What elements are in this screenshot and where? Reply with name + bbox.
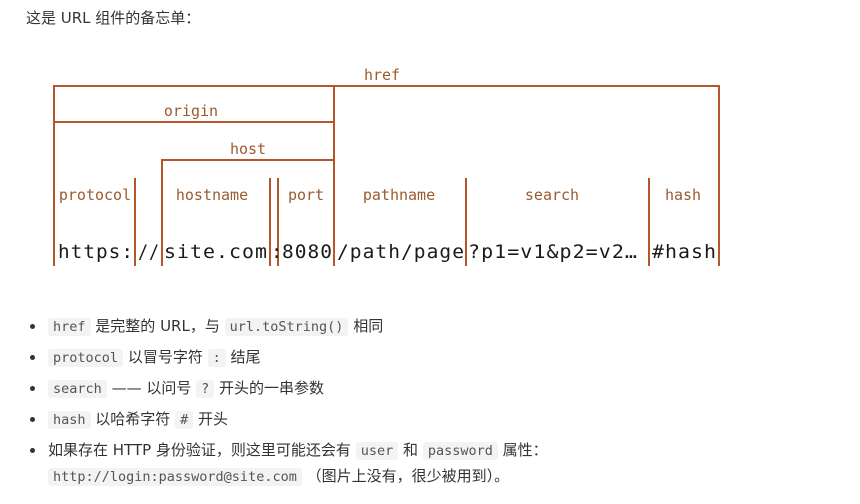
label-protocol: protocol [59, 186, 131, 204]
note-text: 开头 [198, 410, 229, 428]
label-port: port [288, 186, 324, 204]
note-text: 相同 [353, 317, 384, 335]
bullet-icon [30, 448, 35, 453]
code-inline: url.toString() [224, 318, 349, 336]
note-text: 属性： [502, 441, 548, 459]
label-href: href [364, 66, 400, 84]
bullet-icon [30, 355, 35, 360]
list-item: protocol 以冒号字符 : 结尾 [24, 347, 548, 368]
note-text: 开头的一串参数 [219, 379, 325, 397]
bullet-icon [30, 386, 35, 391]
note-text: 结尾 [230, 348, 261, 366]
list-item: hash 以哈希字符 # 开头 [24, 409, 548, 430]
list-item: href 是完整的 URL，与 url.toString() 相同 [24, 316, 548, 337]
url-slashes: // [138, 241, 160, 263]
url-port: 8080 [282, 241, 333, 263]
code-inline: hash [48, 411, 91, 429]
note-text: 如果存在 HTTP 身份验证，则这里可能还会有 [48, 441, 351, 459]
code-inline: # [175, 411, 194, 429]
list-item: 如果存在 HTTP 身份验证，则这里可能还会有 user 和 password … [24, 440, 548, 487]
code-inline: user [355, 442, 399, 460]
url-hash: #hash [652, 241, 717, 263]
label-search: search [525, 186, 579, 204]
label-origin: origin [164, 102, 218, 120]
code-inline: href [48, 318, 91, 336]
label-hostname: hostname [176, 186, 248, 204]
code-inline: search [48, 380, 107, 398]
url-hostname: site.com [164, 241, 268, 263]
code-inline: protocol [48, 349, 124, 367]
note-second-line: http://login:password@site.com （图片上没有，很少… [48, 466, 548, 487]
label-hash: hash [665, 186, 701, 204]
note-text: 和 [403, 441, 419, 459]
note-text: 是完整的 URL，与 [95, 317, 220, 335]
url-components-diagram: href origin host protocol hostname port … [53, 66, 720, 266]
bullet-icon [30, 324, 35, 329]
url-pathname: /path/page [337, 241, 465, 263]
code-inline: http://login:password@site.com [48, 468, 302, 486]
url-search: ?p1=v1&p2=v2… [468, 241, 638, 263]
url-protocol: https: [58, 241, 134, 263]
notes-list: href 是完整的 URL，与 url.toString() 相同 protoc… [24, 316, 548, 497]
bullet-icon [30, 417, 35, 422]
note-text: —— 以问号 [111, 379, 192, 397]
code-inline: ? [196, 380, 215, 398]
note-text: （图片上没有，很少被用到）。 [306, 467, 510, 485]
label-pathname: pathname [363, 186, 435, 204]
href-bracket [53, 85, 720, 266]
list-item: search —— 以问号 ? 开头的一串参数 [24, 378, 548, 399]
label-host: host [230, 140, 266, 158]
code-inline: : [207, 349, 226, 367]
note-text: 以哈希字符 [95, 410, 171, 428]
note-text: 以冒号字符 [127, 348, 203, 366]
code-inline: password [422, 442, 498, 460]
